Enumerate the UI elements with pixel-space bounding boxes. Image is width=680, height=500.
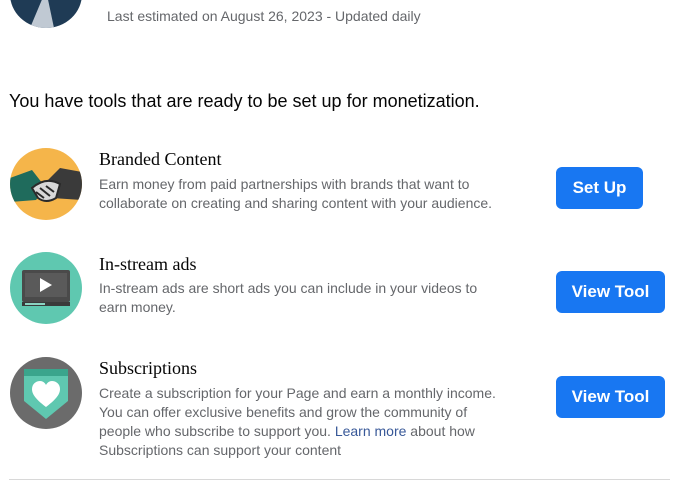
tool-title-subscriptions: Subscriptions [99,358,198,378]
video-player-icon [10,252,82,324]
page-avatar [10,0,82,28]
set-up-button[interactable]: Set Up [556,167,643,209]
view-tool-button-subscriptions[interactable]: View Tool [556,376,665,418]
handshake-icon [10,148,82,220]
tool-description-branded-content: Earn money from paid partnerships with b… [99,176,493,211]
bottom-divider [9,479,670,480]
avatar-art-icon [30,0,54,28]
tool-title-in-stream-ads: In-stream ads [99,254,197,274]
tool-description-in-stream-ads: In-stream ads are short ads you can incl… [99,280,478,315]
estimate-subtitle: Last estimated on August 26, 2023 - Upda… [107,8,421,24]
view-tool-button-in-stream-ads[interactable]: View Tool [556,271,665,313]
intro-text: You have tools that are ready to be set … [9,91,480,111]
learn-more-link[interactable]: Learn more [335,423,407,439]
tool-description-subscriptions: Create a subscription for your Page and … [99,384,509,460]
tool-title-branded-content: Branded Content [99,149,222,169]
heart-shield-icon [10,357,82,429]
